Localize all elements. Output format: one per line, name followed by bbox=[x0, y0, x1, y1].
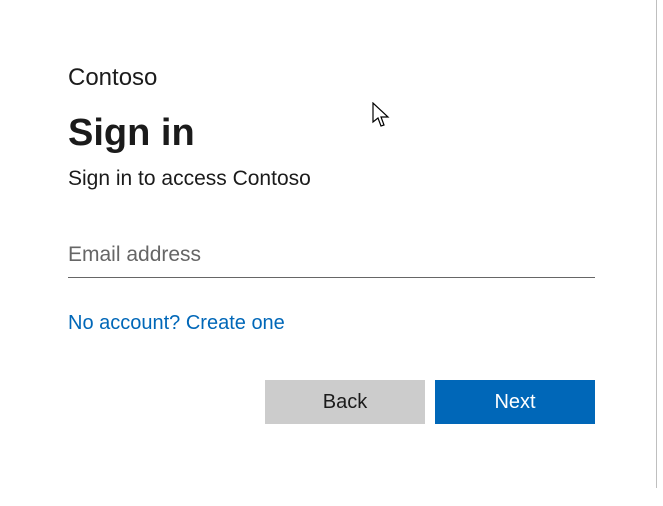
page-subtitle: Sign in to access Contoso bbox=[68, 167, 595, 191]
brand-name: Contoso bbox=[68, 64, 595, 92]
right-divider bbox=[656, 0, 657, 488]
next-button[interactable]: Next bbox=[435, 380, 595, 424]
email-input[interactable] bbox=[68, 239, 595, 278]
button-row: Back Next bbox=[265, 380, 595, 424]
page-title: Sign in bbox=[68, 112, 595, 155]
signin-panel: Contoso Sign in Sign in to access Contos… bbox=[0, 0, 663, 506]
create-account-link[interactable]: No account? Create one bbox=[68, 312, 285, 335]
back-button[interactable]: Back bbox=[265, 380, 425, 424]
